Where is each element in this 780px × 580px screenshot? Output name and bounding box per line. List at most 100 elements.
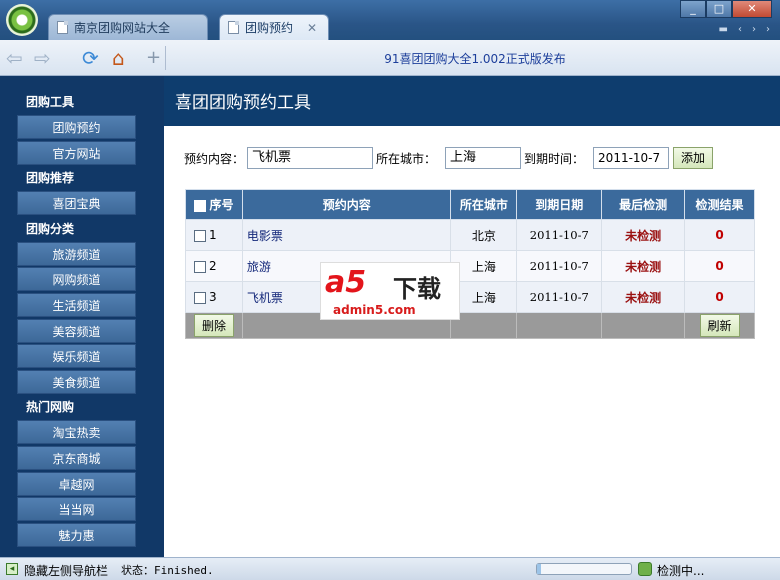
sidebar-item-beauty[interactable]: 美容频道 — [17, 318, 136, 343]
table-footer-row: 删除 刷新 — [185, 312, 755, 339]
row-city-cell: 上海 — [450, 281, 518, 313]
city-label: 所在城市： — [376, 151, 437, 166]
maximize-button[interactable]: □ — [706, 0, 732, 18]
column-header-date: 到期日期 — [516, 189, 603, 220]
progress-bar — [536, 563, 632, 575]
footer-cell — [601, 312, 686, 339]
sidebar-item-reservation[interactable]: 团购预约 — [17, 115, 136, 139]
row-date-cell: 2011-10-7 — [516, 281, 603, 313]
content-label: 预约内容： — [184, 151, 245, 166]
progress-fill — [537, 564, 541, 574]
column-header-index: 序号 — [185, 189, 243, 220]
status-bar: ◂ 隐藏左侧导航栏 状态：Finished. 检测中... — [0, 557, 780, 580]
table-row[interactable]: 1 电影票 北京 2011-10-7 未检测 0 — [185, 219, 755, 251]
sidebar-group-title: 团购分类 — [26, 221, 75, 236]
sidebar-group-title: 团购推荐 — [26, 171, 75, 186]
table-header-row: 序号 预约内容 所在城市 到期日期 最后检测 检测结果 — [185, 189, 755, 220]
release-notice-link[interactable]: 91喜团团购大全1.002正式版发布 — [170, 50, 780, 67]
watermark-logo: a5 下载 admin5.com — [320, 262, 460, 320]
toolbar-divider — [165, 46, 166, 70]
home-icon[interactable]: ⌂ — [112, 47, 125, 69]
refresh-icon[interactable]: ⟳ — [82, 47, 99, 69]
page-title: 喜团团购预约工具 — [164, 76, 780, 126]
row-city-cell: 上海 — [450, 250, 518, 282]
sidebar-item-travel[interactable]: 旅游频道 — [17, 241, 136, 266]
page-icon — [228, 21, 239, 34]
sidebar-item-official-site[interactable]: 官方网站 — [17, 140, 136, 165]
title-bar: 南京团购网站大全 团购预约 ✕ _ □ ✕ ▬ ‹ › › — [0, 0, 780, 40]
date-label: 到期时间： — [524, 151, 585, 166]
row-result-cell: 0 — [684, 219, 755, 251]
sidebar-item-shopping[interactable]: 网购频道 — [17, 267, 136, 292]
tab-label: 南京团购网站大全 — [74, 21, 171, 35]
row-index-cell: 2 — [185, 250, 243, 282]
tab-nanjing-groupbuy[interactable]: 南京团购网站大全 — [48, 14, 208, 40]
status-text: 状态：Finished. — [121, 564, 214, 577]
delete-button[interactable]: 删除 — [193, 314, 234, 337]
sidebar-item-life[interactable]: 生活频道 — [17, 292, 136, 317]
sidebar: 团购工具 团购预约 官方网站 团购推荐 喜团宝典 团购分类 旅游频道 网购频道 … — [0, 76, 164, 557]
refresh-button[interactable]: 刷新 — [699, 314, 740, 337]
footer-cell: 删除 — [185, 312, 243, 339]
reservation-form: 预约内容： 飞机票 所在城市： 上海 到期时间： 2011-10-7 添加 — [184, 147, 714, 169]
nav-toolbar: ⇦ ⇨ ⟳ ⌂ + 91喜团团购大全1.002正式版发布 — [0, 40, 780, 76]
new-tab-plus-icon[interactable]: + — [146, 47, 161, 69]
sidebar-item-guide[interactable]: 喜团宝典 — [17, 191, 136, 216]
tab-scroll-controls: ▬ ‹ › › — [719, 24, 770, 35]
footer-cell: 刷新 — [684, 312, 755, 339]
footer-cell — [516, 312, 603, 339]
tab-close-icon[interactable]: ✕ — [307, 21, 317, 35]
row-result-cell: 0 — [684, 281, 755, 313]
add-button[interactable]: 添加 — [673, 147, 714, 169]
footer-cell — [450, 312, 518, 339]
row-checkbox[interactable] — [194, 291, 206, 304]
close-button[interactable]: ✕ — [732, 0, 772, 18]
app-logo-icon[interactable] — [6, 4, 38, 36]
row-checkbox[interactable] — [194, 260, 206, 273]
page-icon — [57, 21, 68, 34]
row-date-cell: 2011-10-7 — [516, 219, 603, 251]
date-input[interactable]: 2011-10-7 — [593, 147, 670, 169]
sidebar-item-entertainment[interactable]: 娱乐频道 — [17, 344, 136, 369]
menu-icon[interactable]: ▬ — [719, 24, 728, 35]
forward-arrow-icon[interactable]: ⇨ — [34, 47, 51, 69]
sidebar-item-meilihui[interactable]: 魅力惠 — [17, 522, 136, 547]
sidebar-item-jingdong[interactable]: 京东商城 — [17, 445, 136, 470]
select-all-checkbox[interactable] — [194, 199, 207, 212]
sidebar-toggle-label[interactable]: 隐藏左侧导航栏 — [24, 562, 108, 579]
content-input[interactable]: 飞机票 — [247, 147, 374, 169]
tab-label: 团购预约 — [245, 21, 294, 35]
sidebar-item-taobao[interactable]: 淘宝热卖 — [17, 420, 136, 445]
column-header-last-check: 最后检测 — [601, 189, 686, 220]
watermark-brand: a5 — [325, 265, 367, 300]
column-header-result: 检测结果 — [684, 189, 755, 220]
row-index-cell: 1 — [185, 219, 243, 251]
watermark-url: admin5.com — [333, 303, 416, 317]
sidebar-item-dangdang[interactable]: 当当网 — [17, 497, 136, 522]
row-last-check-cell: 未检测 — [601, 219, 686, 251]
reservation-table: 序号 预约内容 所在城市 到期日期 最后检测 检测结果 1 电影票 北京 201… — [185, 189, 755, 339]
tab-list-icon[interactable]: › — [766, 24, 770, 35]
row-content-cell: 电影票 — [241, 219, 452, 251]
detect-status-text: 检测中... — [657, 564, 705, 578]
table-row[interactable]: 3 飞机票 上海 2011-10-7 未检测 0 — [185, 281, 755, 313]
back-arrow-icon[interactable]: ⇦ — [6, 47, 23, 69]
column-header-city: 所在城市 — [450, 189, 518, 220]
row-last-check-cell: 未检测 — [601, 281, 686, 313]
sidebar-group-title: 团购工具 — [26, 95, 75, 109]
tab-groupbuy-reservation[interactable]: 团购预约 ✕ — [219, 14, 329, 40]
tab-next-icon[interactable]: › — [752, 24, 756, 35]
tab-prev-icon[interactable]: ‹ — [738, 24, 742, 35]
sidebar-item-joyo[interactable]: 卓越网 — [17, 471, 136, 496]
sidebar-item-food[interactable]: 美食频道 — [17, 369, 136, 394]
city-input[interactable]: 上海 — [445, 147, 522, 169]
sidebar-group-title: 热门网购 — [26, 400, 75, 415]
watermark-text: 下载 — [393, 275, 441, 303]
row-checkbox[interactable] — [194, 229, 206, 242]
sidebar-toggle-icon[interactable]: ◂ — [6, 563, 18, 575]
row-result-cell: 0 — [684, 250, 755, 282]
column-header-content: 预约内容 — [241, 189, 452, 220]
row-city-cell: 北京 — [450, 219, 518, 251]
table-row[interactable]: 2 旅游 上海 2011-10-7 未检测 0 — [185, 250, 755, 282]
minimize-button[interactable]: _ — [680, 0, 706, 18]
